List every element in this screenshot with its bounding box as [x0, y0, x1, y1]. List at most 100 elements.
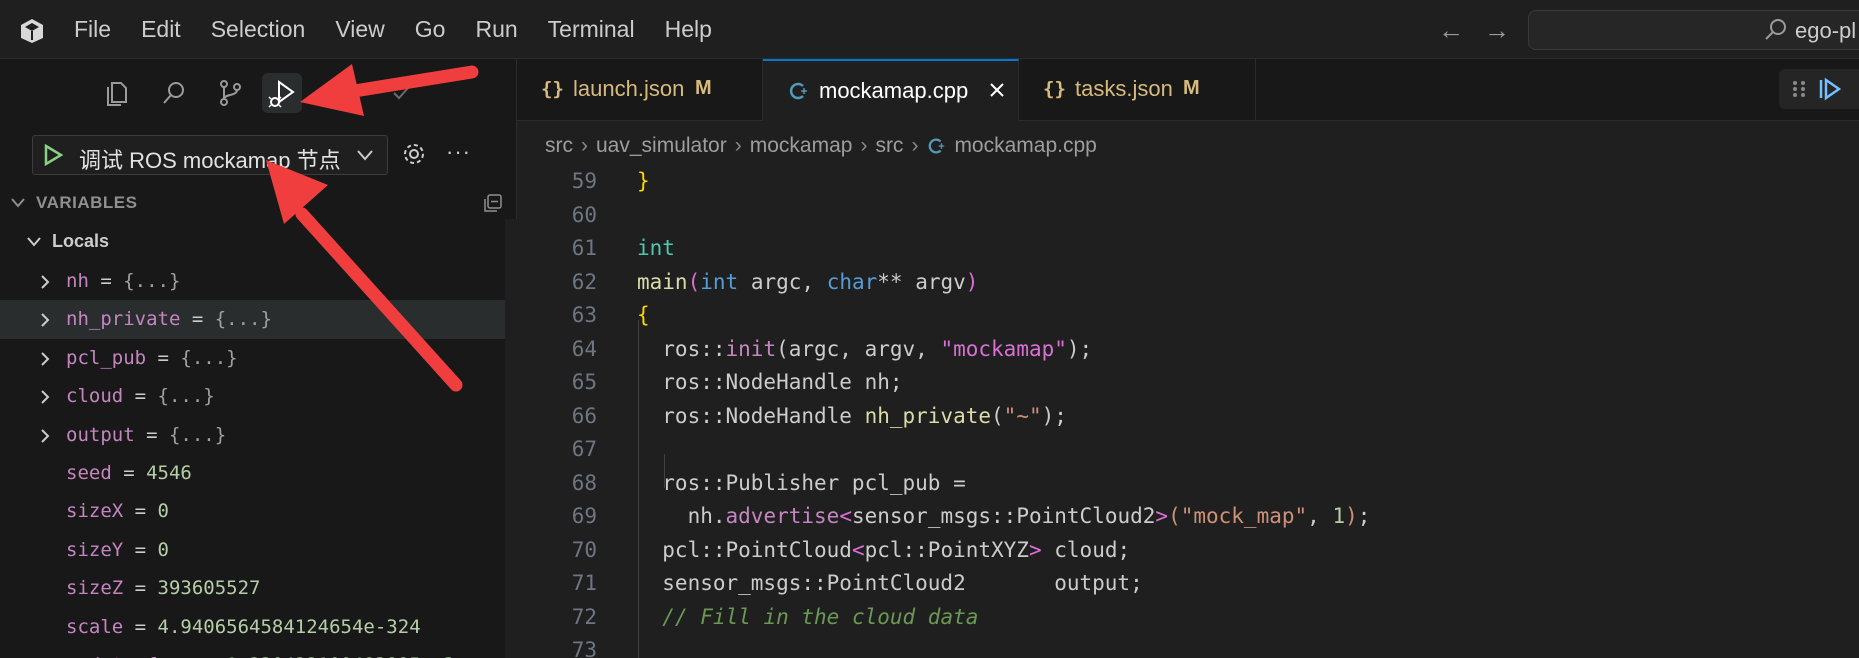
indent-guide	[638, 320, 639, 658]
breadcrumb-item[interactable]: mockamap	[750, 134, 853, 158]
breadcrumb-item[interactable]: mockamap.cpp	[954, 134, 1096, 158]
chevron-right-icon[interactable]	[40, 275, 50, 289]
extensions-icon[interactable]	[380, 73, 420, 113]
variables-section-header[interactable]: VARIABLES	[0, 189, 517, 217]
variable-row[interactable]: sizeY = 0	[0, 531, 505, 569]
variable-value: {...}	[168, 423, 227, 446]
chevron-down-icon	[27, 237, 41, 247]
cpp-file-icon	[789, 82, 807, 100]
code-line: 62 main(int argc, char** argv)	[517, 266, 1859, 300]
back-arrow-icon[interactable]: ←	[1428, 14, 1474, 46]
collapse-all-icon[interactable]	[482, 192, 504, 214]
code-line: 68 ros::Publisher pcl_pub =	[517, 467, 1859, 501]
locals-scope[interactable]: Locals	[0, 226, 517, 258]
run-debug-sidebar: 调试 ROS mockamap 节点 ··· VARIABLES Locals …	[0, 59, 517, 658]
more-actions-icon[interactable]: ···	[446, 139, 471, 165]
variable-name: cloud	[66, 385, 124, 408]
variable-row[interactable]: update_freq = 1.230422100483995e-3	[0, 646, 505, 658]
variable-value: {...}	[214, 308, 272, 331]
variable-value: {...}	[123, 270, 181, 292]
sidebar-scrollbar[interactable]	[505, 219, 517, 658]
debug-toolbar	[1779, 69, 1859, 109]
forward-arrow-icon[interactable]: →	[1474, 14, 1520, 46]
line-number: 67	[571, 437, 597, 461]
chevron-down-icon	[357, 150, 373, 161]
variable-value: {...}	[157, 385, 215, 408]
menu-file[interactable]: File	[74, 16, 111, 43]
menu-selection[interactable]: Selection	[211, 16, 306, 43]
tab-tasks-json[interactable]: {} tasks.json M	[1019, 59, 1256, 121]
code-line: 60	[517, 199, 1859, 233]
command-center[interactable]: ego-pl	[1528, 10, 1859, 50]
menu-view[interactable]: View	[335, 16, 384, 43]
breadcrumb-item[interactable]: src	[875, 134, 903, 158]
variable-value: 4546	[146, 461, 192, 484]
run-debug-icon[interactable]	[262, 73, 302, 113]
start-debugging-icon[interactable]	[43, 144, 63, 166]
variable-value: 1.230422100483995e-3	[226, 654, 455, 658]
chevron-right-icon[interactable]	[40, 352, 50, 366]
close-icon[interactable]	[987, 80, 1007, 100]
tab-label: mockamap.cpp	[819, 78, 969, 103]
menu-terminal[interactable]: Terminal	[548, 16, 635, 43]
search-icon	[1765, 19, 1786, 40]
menu-help[interactable]: Help	[665, 16, 712, 43]
drag-handle-icon[interactable]	[1791, 79, 1807, 99]
breadcrumb-item[interactable]: src	[545, 134, 573, 158]
tab-mockamap-cpp[interactable]: mockamap.cpp	[763, 59, 1019, 121]
variable-row[interactable]: sizeX = 0	[0, 492, 505, 530]
variable-row[interactable]: cloud = {...}	[0, 377, 505, 415]
variable-row[interactable]: seed = 4546	[0, 454, 505, 492]
modified-badge: M	[1183, 77, 1200, 99]
code-line: 70 pcl::PointCloud<pcl::PointXYZ> cloud;	[517, 534, 1859, 568]
breadcrumb: src › uav_simulator › mockamap › src › mocka…	[545, 134, 1097, 158]
chevron-right-icon[interactable]	[40, 428, 50, 443]
variable-row[interactable]: nh = {...}	[0, 262, 505, 300]
chevron-right-icon[interactable]	[40, 390, 50, 404]
variable-name: sizeX	[66, 500, 124, 523]
code-line: 65 ros::NodeHandle nh;	[517, 366, 1859, 400]
locals-label: Locals	[52, 231, 110, 251]
code-line: 63{	[517, 299, 1859, 333]
command-center-label: ego-pl	[1795, 18, 1857, 43]
code-line: 67	[517, 433, 1859, 467]
variable-row[interactable]: sizeZ = 393605527	[0, 569, 505, 607]
code-line: 66 ros::NodeHandle nh_private("~");	[517, 400, 1859, 434]
code-editor[interactable]: 59} 60 61 int 62 main(int argc, char** arg…	[517, 165, 1859, 658]
source-control-icon[interactable]	[210, 73, 250, 113]
json-file-icon: {}	[1043, 78, 1066, 100]
tab-label: launch.json	[573, 76, 685, 101]
variable-name: seed	[66, 461, 112, 484]
variable-row[interactable]: nh_private = {...}	[0, 300, 505, 339]
json-file-icon: {}	[541, 78, 564, 100]
variable-name: nh_private	[66, 308, 181, 331]
search-icon[interactable]	[154, 73, 194, 113]
gear-icon[interactable]	[400, 140, 428, 168]
editor-tabs: {} launch.json M mockamap.cpp {} tasks.j…	[517, 59, 1859, 121]
code-line: 59}	[517, 165, 1859, 199]
menu-bar: File Edit Selection View Go Run Terminal…	[74, 0, 742, 59]
variable-value: 393605527	[157, 577, 261, 600]
tab-launch-json[interactable]: {} launch.json M	[517, 59, 763, 121]
menu-edit[interactable]: Edit	[141, 16, 181, 43]
files-icon[interactable]	[97, 73, 137, 113]
line-number: 62	[571, 269, 597, 294]
debug-config-name: 调试 ROS mockamap 节点	[79, 148, 341, 173]
variable-value: 4.9406564584124654e-324	[157, 615, 421, 638]
variable-row[interactable]: pcl_pub = {...}	[0, 339, 505, 377]
variable-value: {...}	[180, 346, 238, 369]
variable-row[interactable]: output = {...}	[0, 416, 505, 454]
modified-badge: M	[695, 77, 712, 99]
variable-name: pcl_pub	[66, 346, 147, 369]
menu-run[interactable]: Run	[475, 16, 517, 43]
breadcrumb-item[interactable]: uav_simulator	[596, 134, 727, 158]
code-line: 69 nh.advertise<sensor_msgs::PointCloud2…	[517, 500, 1859, 534]
continue-icon[interactable]	[1817, 77, 1843, 101]
tab-label: tasks.json	[1075, 76, 1173, 101]
chevron-right-icon[interactable]	[40, 313, 50, 328]
menu-go[interactable]: Go	[415, 16, 446, 43]
line-number: 59	[571, 169, 597, 193]
debug-configuration-select[interactable]: 调试 ROS mockamap 节点	[32, 135, 388, 175]
variable-row[interactable]: scale = 4.9406564584124654e-324	[0, 608, 505, 646]
code-line: 64 ros::init(argc, argv, "mockamap");	[517, 333, 1859, 367]
